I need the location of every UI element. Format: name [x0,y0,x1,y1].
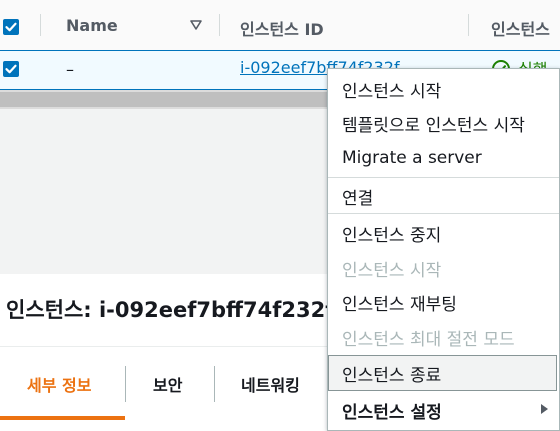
column-header-instance-id[interactable]: 인스턴스 ID [240,16,324,40]
column-divider [468,14,469,36]
tab-networking[interactable]: 네트워킹 [241,372,300,396]
tab-details[interactable]: 세부 정보 [27,372,91,396]
menu-item-start-instance: 인스턴스 시작 [342,261,442,281]
menu-item-stop-instance[interactable]: 인스턴스 중지 [342,221,441,246]
tab-separator [214,366,215,402]
submenu-arrow-icon [541,404,548,414]
tab-separator [125,366,126,402]
checkbox-checked-icon [5,22,17,32]
active-tab-underline [0,416,125,420]
row-name-cell: – [66,60,74,79]
menu-item-launch-from-template[interactable]: 템플릿으로 인스턴스 시작 [342,111,525,136]
menu-item-instance-settings[interactable]: 인스턴스 설정 [342,398,442,423]
column-divider [219,14,220,36]
column-header-name[interactable]: Name [66,16,118,35]
column-header-instance-state[interactable]: 인스턴스 [491,16,550,40]
menu-item-reboot-instance[interactable]: 인스턴스 재부팅 [342,290,457,315]
column-divider [40,14,41,36]
sort-down-icon[interactable] [190,20,202,30]
tab-security[interactable]: 보안 [153,372,182,396]
row-checkbox[interactable] [3,61,19,77]
checkbox-checked-icon [5,64,17,74]
menu-item-terminate-instance[interactable]: 인스턴스 종료 [342,361,441,386]
menu-separator [328,177,559,178]
menu-item-launch-instance[interactable]: 인스턴스 시작 [342,77,441,102]
menu-item-hibernate-instance: 인스턴스 최대 절전 모드 [342,330,515,350]
menu-item-connect[interactable]: 연결 [342,184,373,209]
menu-item-migrate-server[interactable]: Migrate a server [342,148,482,168]
select-all-checkbox[interactable] [3,19,19,35]
menu-separator [328,213,559,214]
details-title: 인스턴스: i-092eef7bff74f232f [6,298,335,322]
